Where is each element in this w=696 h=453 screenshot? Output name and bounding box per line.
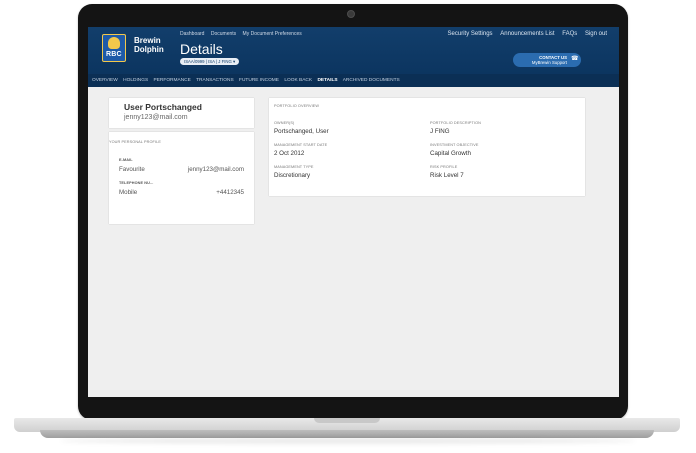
- rbc-logo[interactable]: RBC: [102, 34, 126, 62]
- profile-card: User Portschanged jenny123@mail.com: [109, 98, 254, 128]
- portfolio-overview-title: PORTFOLIO OVERVIEW: [274, 104, 320, 108]
- site-header: RBC Brewin Dolphin Dashboard Documents M…: [88, 27, 619, 74]
- contact-sub: MyBrewin Support: [531, 60, 567, 65]
- link-documents[interactable]: Documents: [211, 31, 236, 37]
- email-type: Favourite: [119, 166, 145, 173]
- tab-look-back[interactable]: LOOK BACK: [284, 78, 312, 83]
- objective-value: Capital Growth: [430, 150, 471, 157]
- objective-label: INVESTMENT OBJECTIVE: [430, 143, 479, 147]
- phone-label: TELEPHONE NU...: [119, 181, 154, 185]
- profile-email: jenny123@mail.com: [124, 114, 188, 121]
- management-type-label: MANAGEMENT TYPE: [274, 165, 314, 169]
- start-date-value: 2 Oct 2012: [274, 150, 305, 157]
- email-label: E-MAIL: [119, 158, 133, 162]
- page-title: Details: [180, 41, 223, 57]
- section-nav: OVERVIEW HOLDINGS PERFORMANCE TRANSACTIO…: [88, 74, 619, 87]
- contact-us-button[interactable]: CONTACT US MyBrewin Support ☎: [513, 53, 581, 67]
- link-faqs[interactable]: FAQs: [562, 31, 577, 37]
- phone-type: Mobile: [119, 189, 138, 196]
- screen: RBC Brewin Dolphin Dashboard Documents M…: [88, 27, 619, 397]
- management-type-value: Discretionary: [274, 172, 311, 179]
- phone-icon: ☎: [571, 56, 579, 62]
- link-sign-out[interactable]: Sign out: [585, 31, 607, 37]
- description-label: PORTFOLIO DESCRIPTION: [430, 121, 481, 125]
- tab-archived-documents[interactable]: ARCHIVED DOCUMENTS: [343, 78, 400, 83]
- description-value: J FING: [430, 128, 450, 135]
- personal-profile-card: YOUR PERSONAL PROFILE E-MAIL Favourite j…: [109, 132, 254, 224]
- tab-details[interactable]: DETAILS: [317, 78, 337, 83]
- brand-line-2: Dolphin: [134, 45, 164, 54]
- contact-label: CONTACT US: [539, 55, 567, 60]
- webcam-icon: [347, 10, 355, 18]
- tab-performance[interactable]: PERFORMANCE: [154, 78, 191, 83]
- risk-profile-value: Risk Level 7: [430, 172, 464, 179]
- laptop-base-lip: [40, 430, 654, 438]
- laptop-shadow: [60, 438, 636, 444]
- owners-label: OWNER(S): [274, 121, 295, 125]
- account-selector[interactable]: ISAA/0999 | ISA | J FING ▾: [180, 58, 240, 65]
- lion-icon: [108, 37, 120, 49]
- link-security-settings[interactable]: Security Settings: [448, 31, 493, 37]
- logo-text: RBC: [106, 51, 122, 58]
- tab-holdings[interactable]: HOLDINGS: [123, 78, 148, 83]
- tab-future-income[interactable]: FUTURE INCOME: [239, 78, 279, 83]
- top-links: Dashboard Documents My Document Preferen…: [180, 31, 307, 37]
- link-document-preferences[interactable]: My Document Preferences: [243, 31, 302, 37]
- brand-line-1: Brewin: [134, 36, 161, 45]
- risk-profile-label: RISK PROFILE: [430, 165, 458, 169]
- laptop-notch: [314, 418, 380, 423]
- tab-overview[interactable]: OVERVIEW: [92, 78, 118, 83]
- portfolio-overview-card: PORTFOLIO OVERVIEW OWNER(S) Portschanged…: [269, 98, 585, 196]
- owners-value: Portschanged, User: [274, 128, 329, 135]
- phone-value: +4412345: [216, 189, 244, 196]
- link-dashboard[interactable]: Dashboard: [180, 31, 204, 37]
- profile-name: User Portschanged: [124, 102, 202, 112]
- email-value: jenny123@mail.com: [187, 166, 244, 173]
- start-date-label: MANAGEMENT START DATE: [274, 143, 328, 147]
- brand-name[interactable]: Brewin Dolphin: [134, 36, 164, 54]
- personal-profile-title: YOUR PERSONAL PROFILE: [109, 140, 161, 144]
- tab-transactions[interactable]: TRANSACTIONS: [196, 78, 234, 83]
- link-announcements[interactable]: Announcements List: [500, 31, 554, 37]
- utility-links: Security Settings Announcements List FAQ…: [442, 31, 607, 37]
